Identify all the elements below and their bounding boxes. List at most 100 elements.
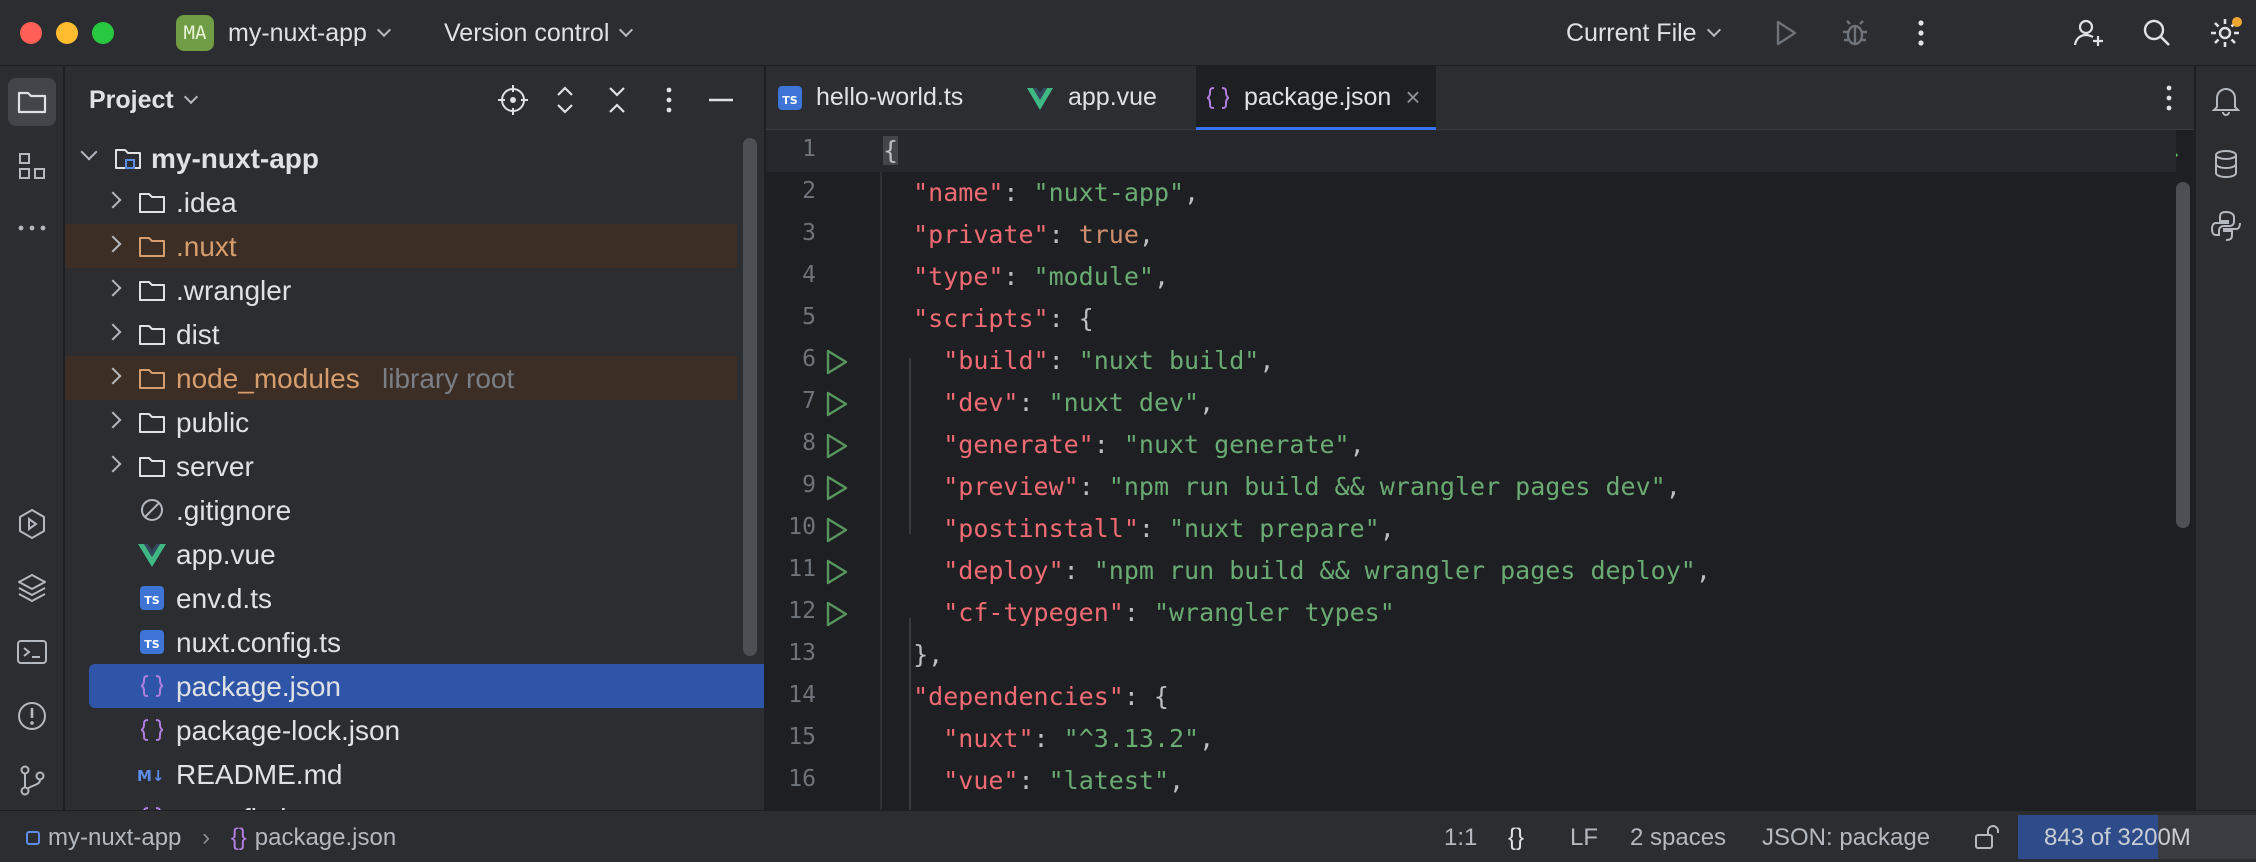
problems-icon[interactable] <box>14 698 50 734</box>
code-line[interactable]: 5 "scripts": { <box>766 298 2176 340</box>
minimize-window-button[interactable] <box>56 22 78 44</box>
hide-panel-icon[interactable] <box>703 82 739 118</box>
indent-setting[interactable]: 2 spaces <box>1630 824 1726 852</box>
structure-icon[interactable] <box>14 148 50 184</box>
tree-item[interactable]: .gitignore <box>65 488 737 532</box>
code-line[interactable]: 9 "preview": "npm run build && wrangler … <box>766 466 2176 508</box>
tree-item[interactable]: .idea <box>65 180 737 224</box>
tab-app-vue[interactable]: app.vue <box>1016 66 1196 130</box>
code-token: "dev" <box>943 388 1019 417</box>
code-line[interactable]: 14 "dependencies": { <box>766 676 2176 718</box>
code-line[interactable]: 7 "dev": "nuxt dev", <box>766 382 2176 424</box>
editor-scrollbar[interactable] <box>2176 182 2190 528</box>
more-vertical-icon[interactable] <box>1904 16 1938 50</box>
tree-item[interactable]: public <box>65 400 737 444</box>
memory-indicator[interactable]: 843 of 3200M <box>2044 824 2191 852</box>
code-line[interactable]: 6 "build": "nuxt build", <box>766 340 2176 382</box>
code-token: : <box>1033 724 1064 753</box>
debug-icon[interactable] <box>1838 16 1872 50</box>
close-window-button[interactable] <box>20 22 42 44</box>
code-token: "name" <box>913 178 1004 207</box>
code-line[interactable]: 12 "cf-typegen": "wrangler types" <box>766 592 2176 634</box>
tree-item[interactable]: tsconfig.json <box>65 796 737 810</box>
breadcrumb-file[interactable]: package.json <box>255 824 396 851</box>
tree-item[interactable]: TS nuxt.config.ts <box>65 620 737 664</box>
code-line[interactable]: 4 "type": "module", <box>766 256 2176 298</box>
project-badge[interactable]: MA <box>176 15 214 51</box>
json-format-icon[interactable]: {} <box>1508 824 1524 852</box>
locate-file-icon[interactable] <box>495 82 531 118</box>
tree-item[interactable]: server <box>65 444 737 488</box>
run-script-icon[interactable] <box>822 432 850 460</box>
code-line[interactable]: 2 "name": "nuxt-app", <box>766 172 2176 214</box>
code-line[interactable]: 15 "nuxt": "^3.13.2", <box>766 718 2176 760</box>
chevron-right-icon[interactable] <box>104 279 122 297</box>
notifications-bell-icon[interactable] <box>2208 82 2244 118</box>
services-icon[interactable] <box>14 506 50 542</box>
code-token: : <box>1018 766 1049 795</box>
git-branch-icon[interactable] <box>14 762 50 798</box>
tree-scrollbar[interactable] <box>743 138 757 656</box>
tree-item[interactable]: M↓ README.md <box>65 752 737 796</box>
code-line[interactable]: 1{ <box>766 130 2176 172</box>
project-view-selector[interactable]: Project <box>89 86 198 115</box>
tree-item[interactable]: TS env.d.ts <box>65 576 737 620</box>
options-icon[interactable] <box>651 82 687 118</box>
run-config-selector[interactable]: Current File <box>1566 19 1721 48</box>
chevron-right-icon[interactable] <box>104 367 122 385</box>
more-vertical-icon[interactable] <box>2154 82 2184 114</box>
tab-package-json[interactable]: package.json × <box>1196 66 1436 131</box>
tree-item[interactable]: app.vue <box>65 532 737 576</box>
tree-item[interactable]: .wrangler <box>65 268 737 312</box>
line-separator[interactable]: LF <box>1570 824 1598 852</box>
code-line[interactable]: 16 "vue": "latest", <box>766 760 2176 802</box>
chevron-down-icon[interactable] <box>80 143 98 161</box>
run-icon[interactable] <box>1768 16 1802 50</box>
settings-gear-icon[interactable] <box>2208 16 2242 50</box>
run-script-icon[interactable] <box>822 600 850 628</box>
database-icon[interactable] <box>2208 146 2244 182</box>
layers-icon[interactable] <box>14 570 50 606</box>
run-script-icon[interactable] <box>822 474 850 502</box>
caret-position[interactable]: 1:1 <box>1444 824 1477 852</box>
tree-item[interactable]: package-lock.json <box>65 708 737 752</box>
add-user-icon[interactable] <box>2072 16 2106 50</box>
project-switcher[interactable]: my-nuxt-app <box>228 19 392 48</box>
code-line[interactable]: 10 "postinstall": "nuxt prepare", <box>766 508 2176 550</box>
vcs-menu[interactable]: Version control <box>444 19 634 48</box>
code-token: "deploy" <box>943 556 1064 585</box>
chevron-right-icon[interactable] <box>104 191 122 209</box>
code-line[interactable]: 11 "deploy": "npm run build && wrangler … <box>766 550 2176 592</box>
breadcrumb-project[interactable]: my-nuxt-app <box>48 824 181 851</box>
chevron-right-icon[interactable] <box>104 235 122 253</box>
run-script-icon[interactable] <box>822 390 850 418</box>
collapse-all-icon[interactable] <box>599 82 635 118</box>
read-only-lock-icon[interactable] <box>1972 823 2000 851</box>
code-editor[interactable]: 1{2 "name": "nuxt-app", 3 "private": true… <box>766 130 2194 810</box>
zoom-window-button[interactable] <box>92 22 114 44</box>
run-script-icon[interactable] <box>822 516 850 544</box>
run-script-icon[interactable] <box>822 558 850 586</box>
tree-item[interactable]: package.json <box>89 664 764 708</box>
expand-all-icon[interactable] <box>547 82 583 118</box>
chevron-right-icon[interactable] <box>104 323 122 341</box>
code-line[interactable]: 3 "private": true, <box>766 214 2176 256</box>
close-tab-icon[interactable]: × <box>1400 84 1426 110</box>
run-script-icon[interactable] <box>822 348 850 376</box>
tree-item[interactable]: dist <box>65 312 737 356</box>
python-console-icon[interactable] <box>2208 208 2244 244</box>
tree-item[interactable]: my-nuxt-app <box>65 136 737 180</box>
terminal-icon[interactable] <box>14 634 50 670</box>
json-schema[interactable]: JSON: package <box>1762 824 1930 852</box>
chevron-right-icon[interactable] <box>104 411 122 429</box>
search-icon[interactable] <box>2140 16 2174 50</box>
tab-hello-world-ts[interactable]: TS hello-world.ts <box>766 66 1016 130</box>
chevron-right-icon[interactable] <box>104 455 122 473</box>
code-line[interactable]: 13 }, <box>766 634 2176 676</box>
tree-item[interactable]: .nuxt <box>65 224 737 268</box>
code-line[interactable]: 8 "generate": "nuxt generate", <box>766 424 2176 466</box>
tree-item[interactable]: node_modules library root <box>65 356 737 400</box>
more-tools-icon[interactable] <box>14 210 50 246</box>
